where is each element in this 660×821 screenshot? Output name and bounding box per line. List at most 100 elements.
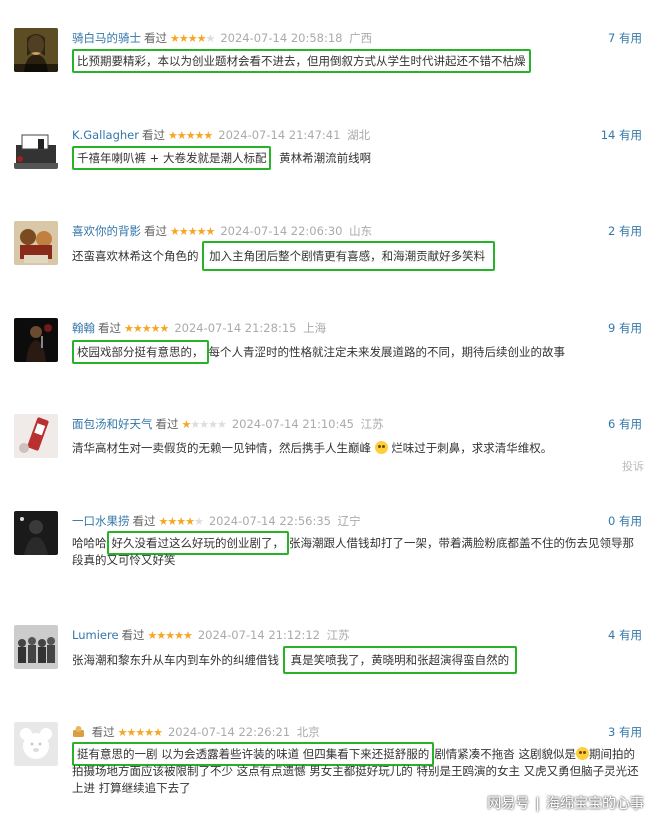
watched-label: 看过 [155,417,179,431]
comment-item: 面包汤和好天气 看过 ★★★★★ 2024-07-14 21:10:45 江苏 6 有… [0,414,660,474]
user-badge-icon[interactable] [72,725,89,739]
comment-text: 哈哈哈 好久没看过这么好玩的创业剧了， 张海潮跟人借钱却打了一架，带着满脸粉底都盖不… [72,531,644,569]
comment-header: 看过 ★★★★★ 2024-07-14 22:26:21 北京 3 有用 [72,723,642,741]
comment-location: 辽宁 [337,514,361,528]
highlight-box: 千禧年喇叭裤 + 大卷发就是潮人标配 [72,146,272,170]
comment-header: Lumiere 看过 ★★★★★ 2024-07-14 21:12:12 江苏 4 有… [72,626,642,644]
comment-header: 面包汤和好天气 看过 ★★★★★ 2024-07-14 21:10:45 江苏 6 有… [72,415,642,433]
grin-emoji-icon [374,441,388,454]
comment-location: 上海 [303,321,327,335]
comment-item: 喜欢你的背影 看过 ★★★★★ 2024-07-14 22:06:30 山东 2 有用… [0,221,660,281]
comment-text-rest: 每个人青涩时的性格就注定未来发展道路的不同，期待后续创业的故事 [208,345,566,359]
watched-label: 看过 [141,128,165,142]
watermark-author: 海绵宝宝的心事 [546,796,644,812]
comment-text: 千禧年喇叭裤 + 大卷发就是潮人标配 黄林希潮流前线啊 [72,146,644,170]
watermark-separator: | [535,796,540,812]
house-avatar[interactable] [14,125,58,169]
grin-emoji-icon [575,747,589,760]
star-rating: ★★★★★ [170,32,215,45]
useful-vote-link[interactable]: 14 有用 [601,126,642,144]
comment-item: K.Gallagher 看过 ★★★★★ 2024-07-14 21:47:41 湖北… [0,125,660,185]
comment-text-pre: 哈哈哈 [72,536,107,550]
comment-time: 2024-07-14 22:26:21 [167,725,291,739]
star-rating: ★★★★★ [167,129,213,142]
comment-item: 骑白马的骑士 看过 ★★★★★ 2024-07-14 20:58:18 广西 7 有用… [0,28,660,88]
useful-vote-link[interactable]: 6 有用 [608,415,642,433]
watermark: 网易号 | 海绵宝宝的心事 [487,793,644,813]
star-rating: ★★★★★ [147,629,193,642]
watermark-brand: 网易号 [487,796,530,812]
useful-vote-link[interactable]: 7 有用 [608,29,642,47]
comment-time: 2024-07-14 22:06:30 [220,224,343,238]
useful-vote-link[interactable]: 9 有用 [608,319,642,337]
comment-item: Lumiere 看过 ★★★★★ 2024-07-14 21:12:12 江苏 4 有… [0,625,660,685]
comment-time: 2024-07-14 21:28:15 [174,321,297,335]
watched-label: 看过 [121,628,145,642]
comment-time: 2024-07-14 21:12:12 [197,628,320,642]
star-rating: ★★★★★ [117,726,163,739]
comment-text-rest: 黄林希潮流前线啊 [279,151,372,165]
night-avatar[interactable] [14,511,58,555]
comment-time: 2024-07-14 20:58:18 [220,31,343,45]
comment-text-rest: 剧情紧凑不拖沓 这剧貌似是 [434,747,576,761]
cartoon-avatar[interactable] [14,221,58,265]
comment-text-pre: 还蛮喜欢林希这个角色的 [72,249,199,263]
stage-avatar[interactable] [14,318,58,362]
watched-label: 看过 [98,321,121,335]
comment-item: 翰翰 看过 ★★★★★ 2024-07-14 21:28:15 上海 9 有用 校园戏… [0,318,660,378]
username-link[interactable]: 喜欢你的背影 [72,224,141,238]
comment-location: 湖北 [347,128,371,142]
comment-time: 2024-07-14 22:56:35 [208,514,331,528]
highlight-box: 加入主角团后整个剧情更有喜感，和海潮贡献好多笑料 [202,241,496,271]
star-rating: ★★★★★ [124,322,169,335]
watched-label: 看过 [144,224,167,238]
comment-text: 挺有意思的一剧 以为会透露着些许装的味道 但四集看下来还挺舒服的 剧情紧凑不拖沓 … [72,742,644,797]
username-link[interactable]: Lumiere [72,628,119,642]
comment-text: 还蛮喜欢林希这个角色的 加入主角团后整个剧情更有喜感，和海潮贡献好多笑料 [72,241,644,271]
useful-vote-link[interactable]: 3 有用 [608,723,642,741]
comment-location: 广西 [349,31,373,45]
comment-text: 比预期要精彩，本以为创业题材会看不进去，但用倒叙方式从学生时代讲起还不错不枯燥 [72,49,644,73]
star-rating: ★★★★★ [170,225,215,238]
report-link[interactable]: 投诉 [622,458,644,474]
comment-text: 张海潮和黎东升从车内到车外的纠缠借钱 真是笑喷我了，黄晓明和张超演得蛮自然的 [72,646,644,674]
username-link[interactable]: 骑白马的骑士 [72,31,141,45]
group-avatar[interactable] [14,625,58,669]
comment-header: 一口水果捞 看过 ★★★★★ 2024-07-14 22:56:35 辽宁 0 有用 [72,512,642,530]
default-bear-avatar[interactable] [14,722,58,766]
comment-text-pre: 清华高材生对一卖假货的无赖一见钟情，然后携手人生巅峰 [72,441,371,455]
comment-location: 江苏 [326,628,350,642]
watched-label: 看过 [144,31,167,45]
highlight-box: 挺有意思的一剧 以为会透露着些许装的味道 但四集看下来还挺舒服的 [72,742,435,766]
product-avatar[interactable] [14,414,58,458]
comment-text: 校园戏部分挺有意思的， 每个人青涩时的性格就注定未来发展道路的不同，期待后续创业的… [72,340,644,364]
highlight-box: 真是笑喷我了，黄晓明和张超演得蛮自然的 [282,646,518,674]
comment-location: 江苏 [360,417,384,431]
highlight-box: 校园戏部分挺有意思的， [72,340,209,364]
useful-vote-link[interactable]: 2 有用 [608,222,642,240]
comment-text: 清华高材生对一卖假货的无赖一见钟情，然后携手人生巅峰 烂味过于刺鼻，求求清华维权… [72,439,644,457]
username-link[interactable]: 翰翰 [72,321,95,335]
star-rating: ★★★★★ [181,418,227,431]
useful-vote-link[interactable]: 0 有用 [608,512,642,530]
watched-label: 看过 [132,514,156,528]
comment-item: 一口水果捞 看过 ★★★★★ 2024-07-14 22:56:35 辽宁 0 有用 … [0,511,660,581]
comment-time: 2024-07-14 21:47:41 [218,128,341,142]
comment-item: 看过 ★★★★★ 2024-07-14 22:26:21 北京 3 有用 挺有意思的… [0,722,660,802]
username-link[interactable]: 一口水果捞 [72,514,130,528]
comment-header: 骑白马的骑士 看过 ★★★★★ 2024-07-14 20:58:18 广西 7 有用 [72,29,642,47]
mona-lisa-avatar[interactable] [14,28,58,72]
username-link[interactable]: K.Gallagher [72,128,139,142]
comment-time: 2024-07-14 21:10:45 [231,417,354,431]
comment-header: K.Gallagher 看过 ★★★★★ 2024-07-14 21:47:41 湖北… [72,126,642,144]
username-link[interactable]: 面包汤和好天气 [72,417,153,431]
star-rating: ★★★★★ [158,515,204,528]
comment-location: 北京 [296,725,320,739]
comment-header: 翰翰 看过 ★★★★★ 2024-07-14 21:28:15 上海 9 有用 [72,319,642,337]
watched-label: 看过 [91,725,115,739]
highlight-box: 比预期要精彩，本以为创业题材会看不进去，但用倒叙方式从学生时代讲起还不错不枯燥 [72,49,531,73]
comment-location: 山东 [349,224,373,238]
useful-vote-link[interactable]: 4 有用 [608,626,642,644]
comment-text-pre: 张海潮和黎东升从车内到车外的纠缠借钱 [72,653,279,667]
highlight-box: 好久没看过这么好玩的创业剧了， [106,531,289,555]
